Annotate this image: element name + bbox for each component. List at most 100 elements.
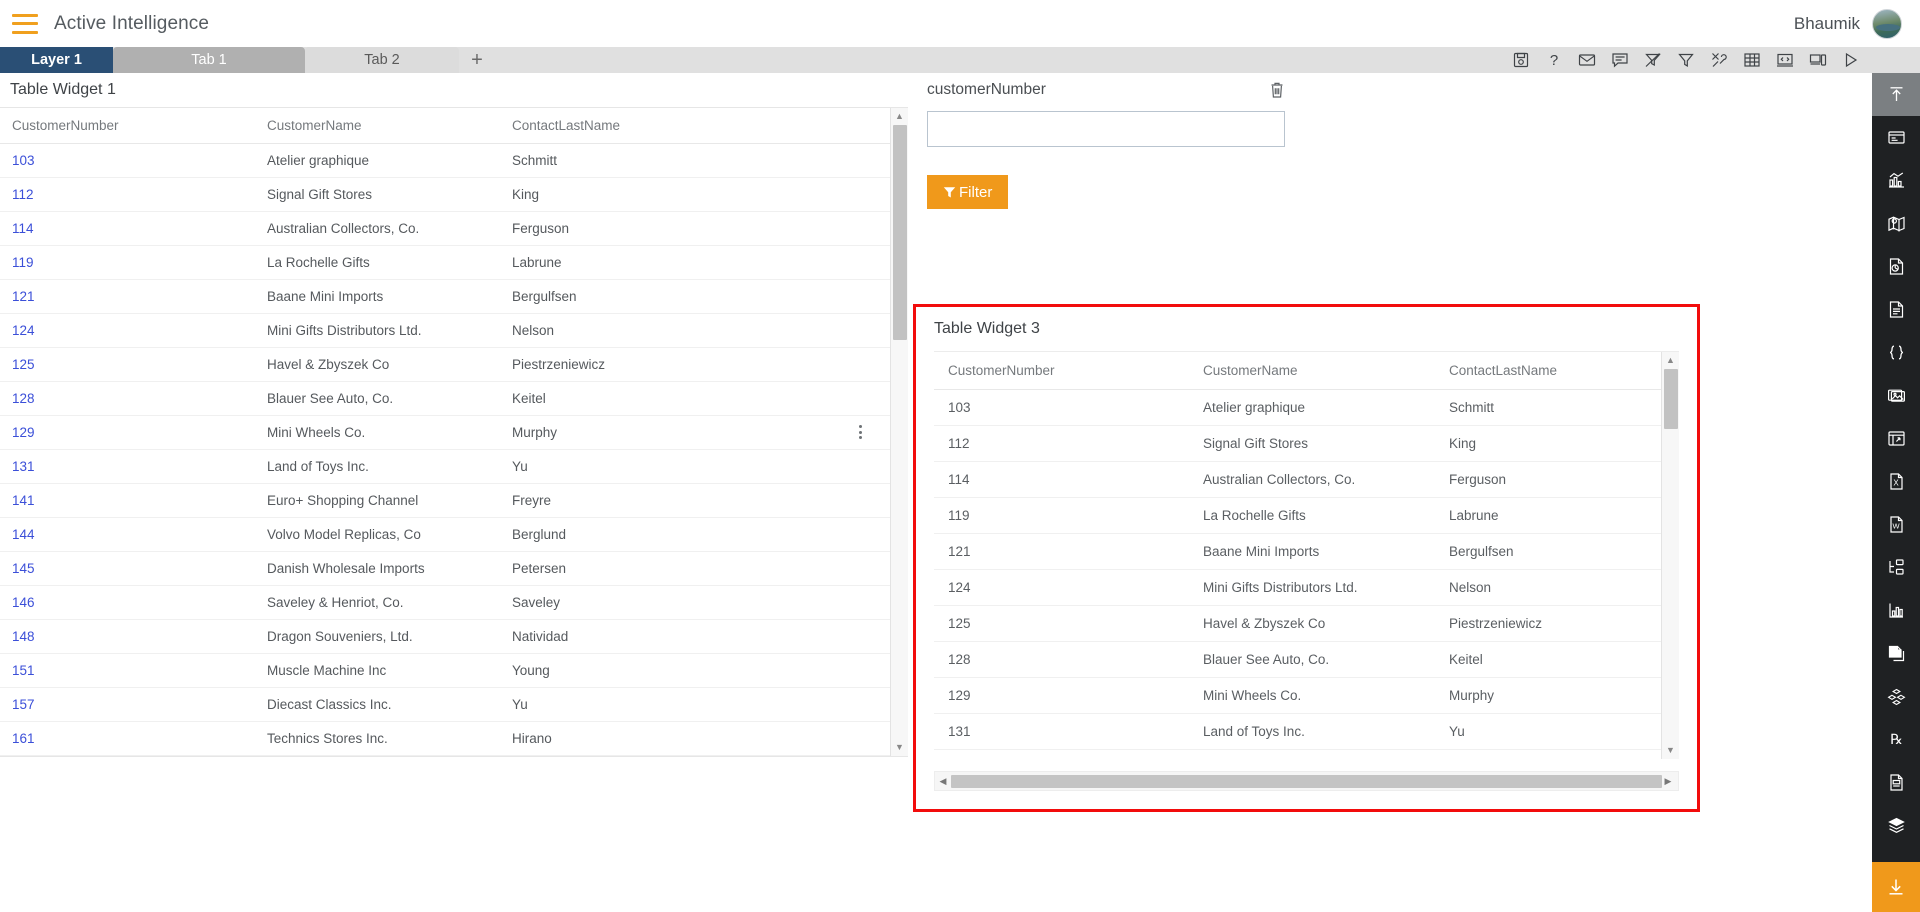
table-cell: Yu [1435, 713, 1679, 750]
sidebar-item-report-file[interactable] [1872, 761, 1920, 804]
table-cell: Labrune [500, 245, 908, 280]
run-icon[interactable] [1842, 51, 1860, 69]
scroll-left-arrow[interactable]: ◀ [935, 776, 951, 787]
user-avatar[interactable] [1872, 8, 1902, 39]
scroll-track[interactable] [1662, 369, 1679, 742]
tab-2[interactable]: Tab 2 [305, 47, 459, 73]
table-cell: 119 [934, 497, 1189, 534]
table-row[interactable]: 124 Mini Gifts Distributors Ltd. Nelson [934, 569, 1679, 606]
table-row[interactable]: 128 Blauer See Auto, Co. Keitel [0, 381, 908, 416]
table-cell: 161 [0, 721, 255, 756]
table-row[interactable]: 119 La Rochelle Gifts Labrune [0, 245, 908, 280]
table-row[interactable]: 141Euro+ Shopping ChannelFreyre [0, 483, 908, 518]
sidebar-item-panel-widget[interactable] [1872, 116, 1920, 159]
filter-icon[interactable] [1677, 51, 1695, 69]
table-row[interactable]: 119 La Rochelle Gifts Labrune [934, 497, 1679, 534]
save-icon[interactable] [1512, 51, 1530, 69]
table-cell: Baane Mini Imports [1189, 533, 1435, 570]
table-cell: La Rochelle Gifts [255, 245, 500, 280]
table-cell: Atelier graphique [255, 143, 500, 178]
sidebar-item-word-file[interactable]: W [1872, 503, 1920, 546]
table-row[interactable]: 129 Mini Wheels Co. Murphy [0, 415, 908, 450]
help-icon[interactable]: ? [1545, 51, 1563, 69]
table-cell: Land of Toys Inc. [1189, 713, 1435, 750]
table-cell: Young [500, 653, 908, 688]
sidebar-item-code-braces[interactable] [1872, 331, 1920, 374]
filter-clear-icon[interactable] [1644, 51, 1662, 69]
table-row[interactable]: 144 Volvo Model Replicas, Co Berglund [0, 517, 908, 552]
hamburger-icon[interactable] [12, 13, 38, 34]
sidebar-item-dashboard-widget[interactable] [1872, 417, 1920, 460]
device-preview-icon[interactable] [1809, 51, 1827, 69]
table-row[interactable]: 125 Havel & Zbyszek Co Piestrzeniewicz [0, 347, 908, 382]
table-row[interactable]: 128 Blauer See Auto, Co. Keitel [934, 641, 1679, 678]
scroll-thumb[interactable] [893, 125, 907, 340]
table-row[interactable]: 157 Diecast Classics Inc. Yu [0, 687, 908, 722]
column-header-customernumber[interactable]: CustomerNumber [0, 108, 255, 144]
sidebar-item-map[interactable] [1872, 202, 1920, 245]
column-header-contactlastname[interactable]: ContactLastName [500, 108, 908, 144]
sidebar-item-excel-file[interactable]: X [1872, 460, 1920, 503]
filter-input[interactable] [927, 111, 1285, 147]
table-row[interactable]: 103 Atelier graphique Schmitt [934, 389, 1679, 426]
table-row[interactable]: 114 Australian Collectors, Co. Ferguson [934, 461, 1679, 498]
scroll-thumb[interactable] [951, 774, 1662, 788]
table-row[interactable]: 161 Technics Stores Inc. Hirano [0, 721, 908, 756]
table-widget-3-vertical-scrollbar[interactable]: ▲ ▼ [1661, 352, 1679, 759]
filter-button[interactable]: Filter [927, 175, 1009, 209]
column-header-contactlastname[interactable]: ContactLastName [1435, 352, 1679, 390]
table-widget-3-horizontal-scrollbar[interactable]: ◀ ▶ [934, 771, 1679, 791]
trash-icon[interactable] [1269, 81, 1285, 99]
comment-icon[interactable] [1611, 51, 1629, 69]
sidebar-item-tree-structure[interactable] [1872, 546, 1920, 589]
sidebar-item-collapse-up[interactable] [1872, 73, 1920, 116]
table-row[interactable]: 131 Land of Toys Inc. Yu [0, 449, 908, 484]
table-row[interactable]: 148 Dragon Souveniers, Ltd. Natividad [0, 619, 908, 654]
table-row[interactable]: 151 Muscle Machine Inc Young [0, 653, 908, 688]
mail-icon[interactable] [1578, 51, 1596, 69]
table-row[interactable]: 125 Havel & Zbyszek Co Piestrzeniewicz [934, 605, 1679, 642]
table-cell: Hirano [500, 721, 908, 756]
scroll-thumb[interactable] [1664, 369, 1678, 429]
table-widget-3-highlight[interactable]: Table Widget 3 CustomerNumber CustomerNa… [913, 304, 1700, 812]
scroll-down-arrow[interactable]: ▼ [1666, 742, 1675, 759]
table-row[interactable]: 112 Signal Gift Stores King [934, 425, 1679, 462]
tab-1[interactable]: Tab 1 [113, 47, 305, 73]
sidebar-item-prescription[interactable]: ℞ [1872, 718, 1920, 761]
table-row[interactable]: 141Euro+ Shopping ChannelFreyre [934, 749, 1679, 759]
column-header-customername[interactable]: CustomerName [255, 108, 500, 144]
sidebar-item-document[interactable] [1872, 288, 1920, 331]
tab-layer-1[interactable]: Layer 1 [0, 47, 113, 73]
scroll-up-arrow[interactable]: ▲ [1666, 352, 1675, 369]
table-row[interactable]: 131 Land of Toys Inc. Yu [934, 713, 1679, 750]
sidebar-item-download[interactable] [1872, 862, 1920, 912]
table-row[interactable]: 145 Danish Wholesale Imports Petersen [0, 551, 908, 586]
sidebar-item-cubes[interactable] [1872, 675, 1920, 718]
scroll-down-arrow[interactable]: ▼ [895, 739, 904, 756]
sidebar-item-layers[interactable] [1872, 804, 1920, 847]
sidebar-item-image[interactable] [1872, 374, 1920, 417]
table-row[interactable]: 121 Baane Mini Imports Bergulfsen [0, 279, 908, 314]
code-icon[interactable] [1776, 51, 1794, 69]
scroll-up-arrow[interactable]: ▲ [895, 108, 904, 125]
sidebar-item-pie-report[interactable] [1872, 245, 1920, 288]
table-row[interactable]: 146 Saveley & Henriot, Co. Saveley [0, 585, 908, 620]
scroll-right-arrow[interactable]: ▶ [1660, 776, 1676, 787]
table-row[interactable]: 103 Atelier graphique Schmitt [0, 143, 908, 178]
sidebar-item-chart-axis[interactable] [1872, 589, 1920, 632]
table-row[interactable]: 112 Signal Gift Stores King [0, 177, 908, 212]
table-row[interactable]: 129 Mini Wheels Co. Murphy [934, 677, 1679, 714]
sidebar-item-bar-chart[interactable] [1872, 159, 1920, 202]
sidebar-item-copy-document[interactable] [1872, 632, 1920, 675]
tools-icon[interactable] [1710, 51, 1728, 69]
column-options-icon[interactable] [859, 425, 862, 439]
column-header-customername[interactable]: CustomerName [1189, 352, 1435, 390]
table-row[interactable]: 121 Baane Mini Imports Bergulfsen [934, 533, 1679, 570]
column-header-customernumber[interactable]: CustomerNumber [934, 352, 1189, 390]
table-row[interactable]: 124 Mini Gifts Distributors Ltd. Nelson [0, 313, 908, 348]
table-icon[interactable] [1743, 51, 1761, 69]
add-tab-button[interactable]: + [459, 47, 495, 73]
scroll-track[interactable] [891, 125, 908, 739]
table-row[interactable]: 114 Australian Collectors, Co. Ferguson [0, 211, 908, 246]
table-widget-1-vertical-scrollbar[interactable]: ▲ ▼ [890, 108, 908, 756]
